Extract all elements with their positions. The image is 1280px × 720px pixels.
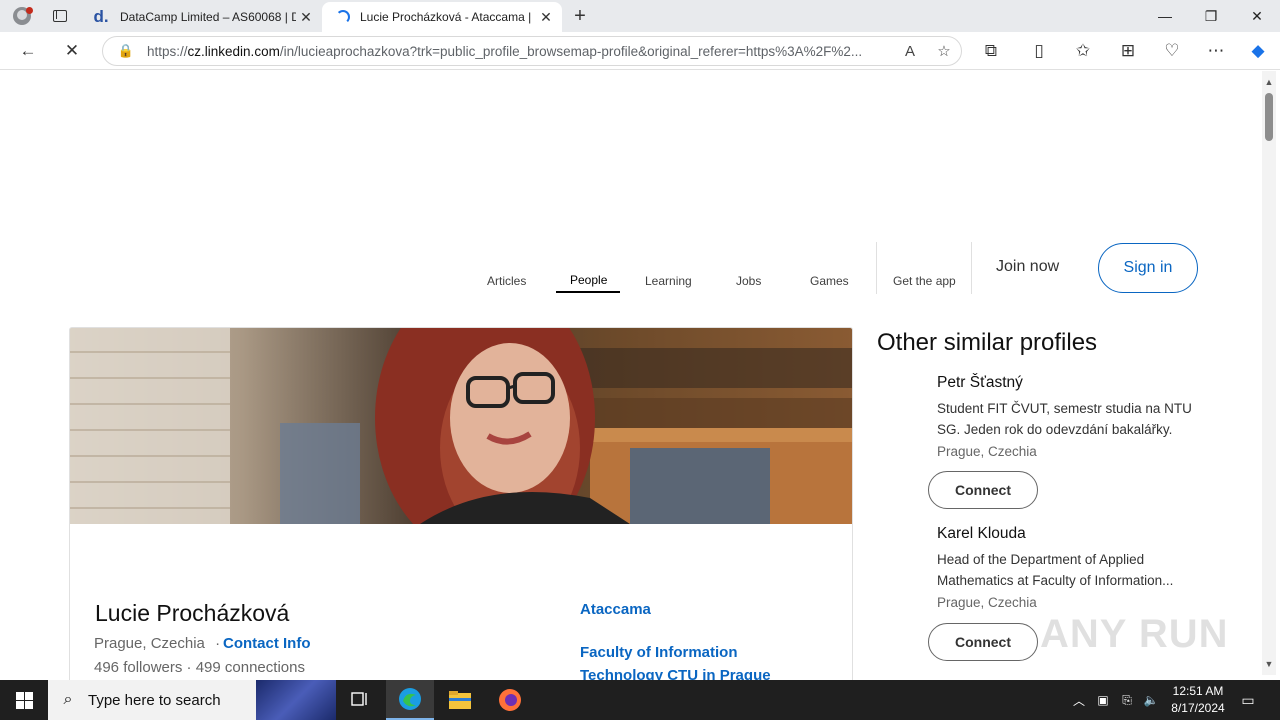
navigation-bar: ← ✕ 🔒 https://cz.linkedin.com/in/lucieap… — [0, 32, 1280, 70]
page-scrollbar[interactable]: ▲ ▼ — [1262, 71, 1276, 675]
address-bar[interactable]: 🔒 https://cz.linkedin.com/in/lucieaproch… — [102, 36, 962, 66]
back-icon[interactable]: ← — [14, 38, 42, 64]
similar-profile-card[interactable]: Petr Šťastný Student FIT ČVUT, semestr s… — [937, 374, 1207, 459]
profile-name: Lucie Procházková — [95, 600, 290, 626]
connect-button[interactable]: Connect — [928, 471, 1038, 509]
tab-title: Lucie Procházková - Ataccama | — [360, 10, 532, 24]
network-icon[interactable]: ⎘ — [1118, 680, 1136, 720]
taskbar-search-box[interactable]: ⌕ Type here to search — [48, 680, 336, 720]
tab-bar: d. DataCamp Limited – AS60068 | D ✕ Luci… — [0, 0, 1280, 32]
profile-location: Prague, Czechia · — [94, 635, 221, 652]
firefox-icon[interactable] — [486, 680, 534, 720]
collections-icon[interactable]: ⊞ — [1114, 38, 1142, 64]
lock-icon[interactable]: 🔒 — [111, 43, 141, 59]
profile-stats: 496 followers · 499 connections — [94, 659, 305, 676]
read-aloud-icon[interactable]: A — [893, 43, 927, 60]
similar-profiles-heading: Other similar profiles — [877, 329, 1098, 356]
join-now-link[interactable]: Join now — [996, 258, 1059, 276]
contact-info-link[interactable]: Contact Info — [223, 635, 311, 652]
nav-articles[interactable]: Articles — [487, 274, 526, 288]
nav-active-underline — [556, 291, 620, 293]
minimize-icon[interactable]: — — [1142, 0, 1188, 32]
stop-loading-icon[interactable]: ✕ — [58, 38, 86, 64]
notifications-icon[interactable]: ▭ — [1238, 680, 1258, 720]
profile-icon[interactable] — [8, 4, 36, 28]
scroll-up-icon[interactable]: ▲ — [1262, 75, 1276, 89]
nav-jobs[interactable]: Jobs — [736, 274, 761, 288]
windows-logo-icon — [16, 692, 24, 700]
close-tab-icon[interactable]: ✕ — [296, 9, 316, 26]
loading-spinner-icon — [336, 10, 350, 24]
search-highlight-image — [256, 680, 336, 720]
company-link[interactable]: Ataccama — [580, 601, 651, 618]
nav-divider — [971, 242, 972, 294]
connect-button[interactable]: Connect — [928, 623, 1038, 661]
copilot-icon[interactable]: ◆ — [1244, 38, 1272, 64]
datacamp-favicon-icon: d. — [93, 7, 109, 26]
file-explorer-icon[interactable] — [436, 680, 484, 720]
restore-icon[interactable]: ❐ — [1188, 0, 1234, 32]
more-menu-icon[interactable]: ⋯ — [1202, 38, 1230, 64]
edge-taskbar-icon[interactable] — [386, 680, 434, 720]
nav-people[interactable]: People — [570, 273, 607, 287]
split-screen-icon[interactable]: ▯ — [1025, 38, 1053, 64]
windows-taskbar: ⌕ Type here to search ︿ ▣ ⎘ 🔈 12:51 AM 8… — [0, 680, 1280, 720]
browser-essentials-icon[interactable]: ♡ — [1158, 38, 1186, 64]
similar-profile-card[interactable]: Karel Klouda Head of the Department of A… — [937, 525, 1207, 610]
tab-linkedin[interactable]: Lucie Procházková - Ataccama | ✕ — [322, 2, 562, 32]
nav-get-the-app[interactable]: Get the app — [893, 274, 956, 288]
tab-actions-icon[interactable] — [48, 6, 72, 26]
similar-profile-headline: Student FIT ČVUT, semestr studia na NTU … — [937, 401, 1192, 437]
similar-profile-location: Prague, Czechia — [937, 444, 1037, 459]
close-tab-icon[interactable]: ✕ — [536, 9, 556, 26]
meet-now-icon[interactable]: ▣ — [1094, 680, 1112, 720]
similar-profile-location: Prague, Czechia — [937, 595, 1037, 610]
anyrun-watermark: ANY RUN — [1040, 612, 1229, 656]
close-window-icon[interactable]: ✕ — [1234, 0, 1280, 32]
favorite-star-icon[interactable]: ☆ — [927, 42, 961, 60]
start-button[interactable] — [0, 680, 48, 720]
nav-learning[interactable]: Learning — [645, 274, 692, 288]
scroll-down-icon[interactable]: ▼ — [1262, 657, 1276, 671]
tab-title: DataCamp Limited – AS60068 | D — [120, 10, 296, 24]
search-placeholder: Type here to search — [88, 691, 221, 709]
nav-games[interactable]: Games — [810, 274, 849, 288]
similar-profile-name[interactable]: Petr Šťastný — [937, 374, 1207, 392]
profile-card: Lucie Procházková Prague, Czechia · Cont… — [69, 327, 853, 687]
volume-icon[interactable]: 🔈 — [1142, 680, 1160, 720]
tray-chevron-icon[interactable]: ︿ — [1070, 680, 1088, 720]
clock-date: 8/17/2024 — [1171, 701, 1225, 715]
search-icon: ⌕ — [63, 691, 73, 708]
similar-profile-headline: Head of the Department of Applied Mathem… — [937, 552, 1174, 588]
nav-divider — [876, 242, 877, 294]
favorites-icon[interactable]: ✩ — [1069, 38, 1097, 64]
extensions-icon[interactable]: ⧉ — [977, 38, 1005, 64]
task-view-icon[interactable] — [336, 680, 384, 720]
new-tab-icon[interactable]: + — [568, 4, 592, 28]
tab-datacamp[interactable]: d. DataCamp Limited – AS60068 | D ✕ — [84, 2, 322, 32]
scroll-thumb[interactable] — [1265, 93, 1273, 141]
url-text[interactable]: https://cz.linkedin.com/in/lucieaprochaz… — [147, 44, 893, 59]
profile-banner-image — [70, 328, 852, 524]
sign-in-button[interactable]: Sign in — [1098, 243, 1198, 293]
clock-time: 12:51 AM — [1172, 684, 1224, 698]
similar-profile-name[interactable]: Karel Klouda — [937, 525, 1207, 543]
taskbar-clock[interactable]: 12:51 AM 8/17/2024 — [1160, 683, 1236, 717]
